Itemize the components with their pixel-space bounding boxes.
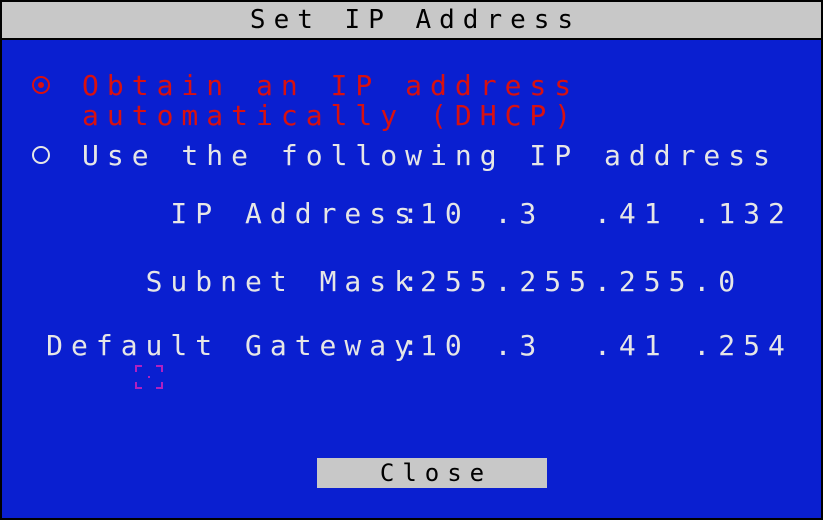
radio-selected-icon[interactable] [32,76,50,94]
default-gateway-field[interactable]: 10 .3 .41 .254 [420,330,793,362]
radio-unselected-icon[interactable] [32,146,50,164]
ip-address-label: IP Address [170,197,419,230]
default-gateway-label: Default Gateway [46,329,419,362]
dialog-titlebar: Set IP Address [2,2,821,40]
set-ip-address-dialog: Set IP Address Obtain an IP address auto… [0,0,823,520]
option-dhcp[interactable]: Obtain an IP address automatically (DHCP… [32,70,792,134]
subnet-mask-row: Subnet Mask : 255.255.255.0 [2,266,821,298]
subnet-mask-label: Subnet Mask [145,265,419,298]
close-button[interactable]: Close [317,458,547,488]
option-dhcp-label-line2: automatically (DHCP) [82,99,580,132]
cursor-crosshair-icon [135,365,163,389]
ip-address-row: IP Address : 10 .3 .41 .132 [2,198,821,230]
option-static-ip-label: Use the following IP address [82,139,779,172]
option-dhcp-label-line1: Obtain an IP address [82,69,580,102]
ip-address-field[interactable]: 10 .3 .41 .132 [420,198,793,230]
default-gateway-row: Default Gateway : 10 .3 .41 .254 [2,330,821,362]
option-static-ip[interactable]: Use the following IP address [32,140,812,172]
dialog-title: Set IP Address [249,5,582,35]
subnet-mask-field[interactable]: 255.255.255.0 [420,266,743,298]
